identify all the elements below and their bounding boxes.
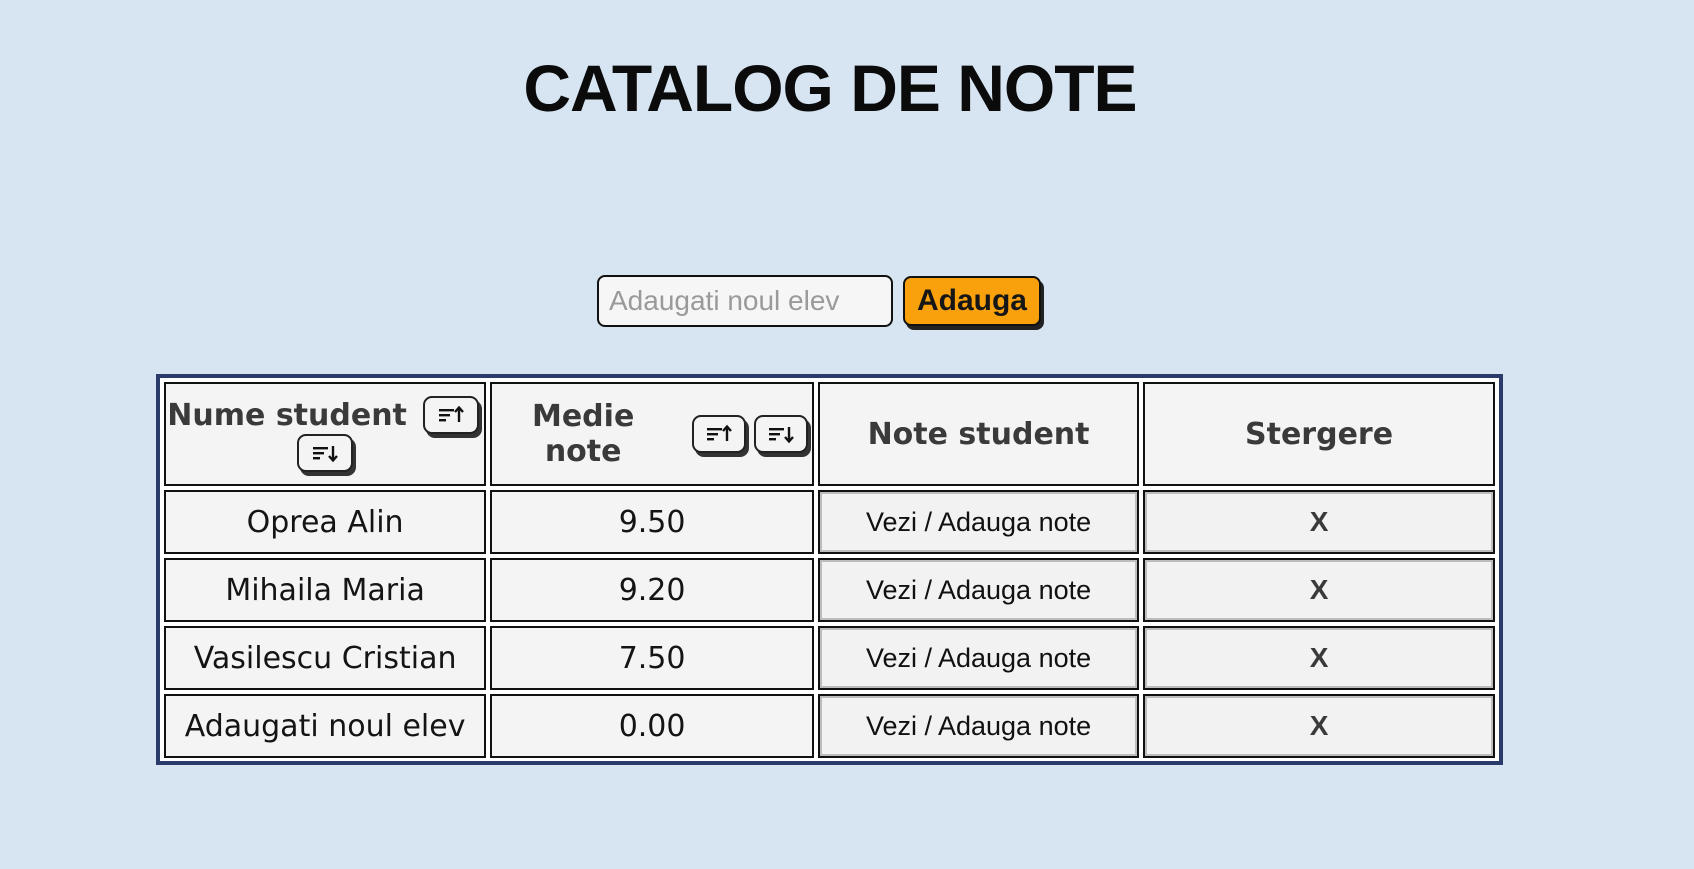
student-average-cell: 9.20 [490,558,814,622]
grades-cell: Vezi / Adauga note [818,558,1140,622]
sort-descending-icon [769,427,794,444]
header-name-label: Nume student [167,397,407,433]
sort-descending-icon [313,446,338,463]
grades-cell: Vezi / Adauga note [818,490,1140,554]
new-student-input[interactable] [597,275,893,327]
delete-cell: X [1143,694,1495,758]
page: CATALOG DE NOTE Adauga Nume student [0,0,1694,869]
table-row: Mihaila Maria 9.20 Vezi / Adauga note X [164,558,1495,622]
student-average-cell: 0.00 [490,694,814,758]
header-name: Nume student [164,382,487,486]
header-delete: Stergere [1143,382,1495,486]
sort-average-ascending-button[interactable] [692,415,747,453]
delete-student-button[interactable]: X [1145,492,1493,552]
student-name-cell: Oprea Alin [164,490,487,554]
table-header-row: Nume student Medie note Note student Ste… [164,382,1495,486]
view-add-grades-button[interactable]: Vezi / Adauga note [820,560,1138,620]
grades-cell: Vezi / Adauga note [818,694,1140,758]
table-row: Vasilescu Cristian 7.50 Vezi / Adauga no… [164,626,1495,690]
table-row: Adaugati noul elev 0.00 Vezi / Adauga no… [164,694,1495,758]
header-average-label: Medie note [531,399,635,469]
grades-table: Nume student Medie note Note student Ste… [160,378,1499,762]
delete-cell: X [1143,490,1495,554]
header-average: Medie note [490,382,814,486]
student-average-cell: 7.50 [490,626,814,690]
student-name-cell: Vasilescu Cristian [164,626,487,690]
page-title: CATALOG DE NOTE [523,51,1137,125]
grades-cell: Vezi / Adauga note [818,626,1140,690]
sort-ascending-icon [707,424,732,441]
delete-student-button[interactable]: X [1145,696,1493,756]
grades-table-container: Nume student Medie note Note student Ste… [156,374,1503,765]
add-student-form: Adauga [597,275,1041,327]
delete-student-button[interactable]: X [1145,560,1493,620]
header-grades: Note student [818,382,1140,486]
add-student-button[interactable]: Adauga [903,276,1041,326]
student-average-cell: 9.50 [490,490,814,554]
view-add-grades-button[interactable]: Vezi / Adauga note [820,696,1138,756]
sort-average-descending-button[interactable] [754,415,808,453]
student-name-cell: Adaugati noul elev [164,694,487,758]
sort-ascending-icon [438,405,464,422]
view-add-grades-button[interactable]: Vezi / Adauga note [820,492,1138,552]
delete-cell: X [1143,626,1495,690]
delete-cell: X [1143,558,1495,622]
view-add-grades-button[interactable]: Vezi / Adauga note [820,628,1138,688]
table-row: Oprea Alin 9.50 Vezi / Adauga note X [164,490,1495,554]
sort-name-descending-button[interactable] [297,434,354,472]
sort-name-ascending-button[interactable] [422,396,479,434]
delete-student-button[interactable]: X [1145,628,1493,688]
student-name-cell: Mihaila Maria [164,558,487,622]
